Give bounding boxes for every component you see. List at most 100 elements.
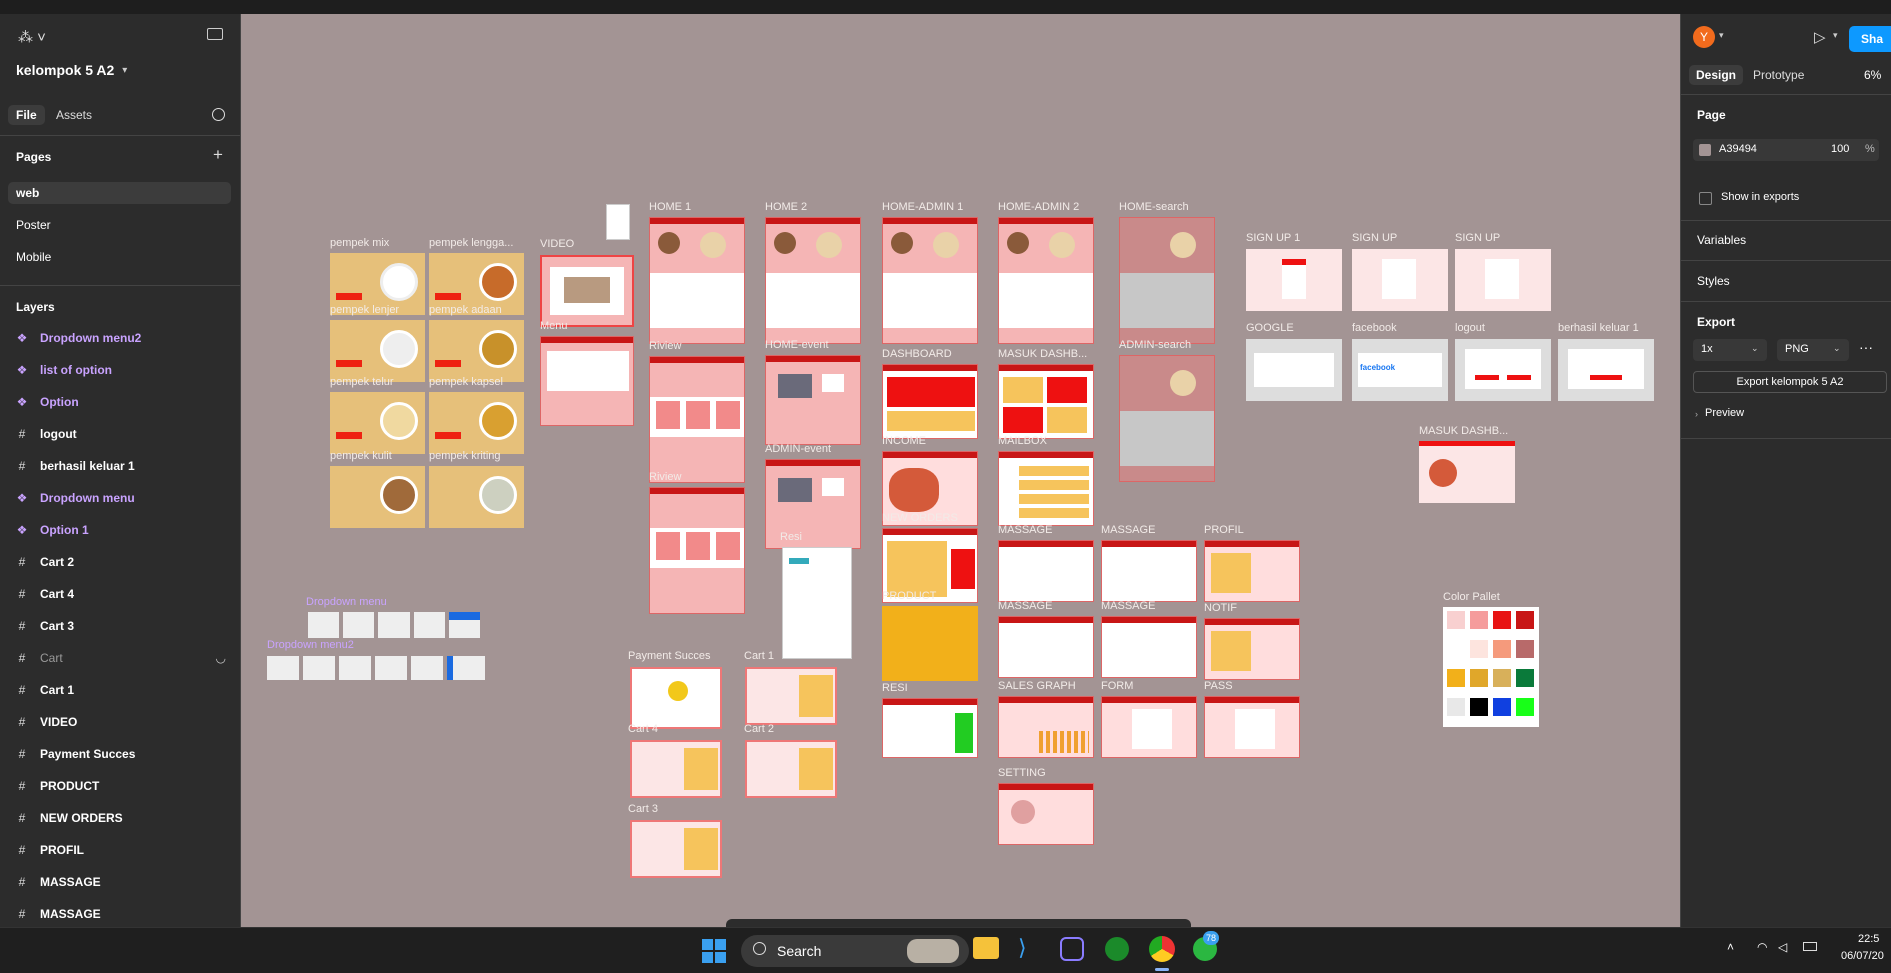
taskbar-search[interactable]: Search <box>741 935 969 967</box>
frame-cart-1[interactable] <box>745 667 837 725</box>
color-swatch[interactable] <box>1447 669 1465 687</box>
color-swatch[interactable] <box>1447 611 1465 629</box>
frame-resi-small[interactable] <box>782 547 852 659</box>
frame-home-event[interactable] <box>765 355 861 445</box>
frame-cart-2[interactable] <box>745 740 837 798</box>
share-button[interactable]: Sha <box>1849 26 1891 52</box>
file-explorer-icon[interactable] <box>973 937 999 959</box>
xbox-icon[interactable] <box>1105 937 1129 961</box>
scale-select[interactable]: 1x ⌄ <box>1693 339 1767 361</box>
frame-mailbox[interactable] <box>998 451 1094 526</box>
layer-item[interactable]: # Payment Succes <box>16 744 136 764</box>
show-in-exports-checkbox[interactable] <box>1699 192 1712 205</box>
layer-item[interactable]: # Cart 1 <box>16 680 74 700</box>
color-swatch[interactable] <box>1470 611 1488 629</box>
frame-home-1[interactable] <box>649 217 745 344</box>
dropdown-menu-component[interactable] <box>308 612 481 638</box>
vscode-icon[interactable]: ⟩ <box>1018 935 1027 961</box>
tab-prototype[interactable]: Prototype <box>1753 68 1804 82</box>
clock-date[interactable]: 06/07/20 <box>1841 950 1884 962</box>
frame-home-admin-1[interactable] <box>882 217 978 344</box>
clock-time[interactable]: 22:5 <box>1858 933 1879 945</box>
frame-small[interactable] <box>606 204 630 240</box>
page-item-web[interactable]: web <box>8 182 231 204</box>
add-page-icon[interactable]: + <box>213 145 223 165</box>
hidden-eye-icon[interactable]: ◡ <box>216 651 226 665</box>
page-item-mobile[interactable]: Mobile <box>16 250 51 264</box>
app-icon[interactable] <box>1060 937 1084 961</box>
color-swatch[interactable] <box>1516 640 1534 658</box>
variables-section[interactable]: Variables <box>1697 233 1746 247</box>
frame-pempek-adaan[interactable] <box>429 320 524 382</box>
chrome-icon[interactable] <box>1149 936 1175 962</box>
frame-sales-graph[interactable] <box>998 696 1094 758</box>
layer-item[interactable]: # logout <box>16 424 77 444</box>
layer-item[interactable]: # PROFIL <box>16 840 84 860</box>
frame-pass[interactable] <box>1204 696 1300 758</box>
frame-notif[interactable] <box>1204 618 1300 680</box>
layer-item[interactable]: ❖ list of option <box>16 360 112 380</box>
chevron-up-icon[interactable]: ˄ <box>1727 940 1734 954</box>
frame-sign-up-1[interactable] <box>1246 249 1342 311</box>
chevron-right-icon[interactable]: › <box>1695 409 1698 419</box>
avatar[interactable]: Y <box>1693 26 1715 48</box>
file-name-menu[interactable]: kelompok 5 A2 ▾ <box>16 62 127 78</box>
frame-massage-3[interactable] <box>998 616 1094 678</box>
frame-riview-2[interactable] <box>649 487 745 614</box>
opacity-value[interactable]: 100 <box>1831 143 1849 155</box>
color-swatch[interactable] <box>1447 698 1465 716</box>
frame-google[interactable] <box>1246 339 1342 401</box>
color-swatch[interactable] <box>1516 611 1534 629</box>
figma-menu-icon[interactable]: ⁂ ˅ <box>18 28 46 46</box>
frame-dashboard[interactable] <box>882 364 978 439</box>
layer-item[interactable]: # MASSAGE <box>16 872 101 892</box>
chevron-down-icon[interactable]: ▾ <box>1719 30 1724 41</box>
tab-assets[interactable]: Assets <box>56 108 92 122</box>
frame-masuk-dashboard-2[interactable] <box>1419 441 1515 503</box>
frame-pempek-lenjer[interactable] <box>330 320 425 382</box>
color-swatch[interactable] <box>1447 640 1465 658</box>
color-swatch[interactable] <box>1493 640 1511 658</box>
layer-item[interactable]: # berhasil keluar 1 <box>16 456 135 476</box>
layer-item[interactable]: # Cart 3 <box>16 616 74 636</box>
bottom-toolbar[interactable] <box>726 919 1191 927</box>
play-icon[interactable]: ▷ <box>1814 28 1826 46</box>
frame-payment-succes[interactable] <box>630 667 722 729</box>
frame-berhasil-keluar[interactable] <box>1558 339 1654 401</box>
frame-form[interactable] <box>1101 696 1197 758</box>
color-palette[interactable] <box>1443 607 1539 727</box>
preview-toggle[interactable]: Preview <box>1705 407 1744 419</box>
more-options-icon[interactable]: ··· <box>1859 339 1873 355</box>
frame-product[interactable] <box>882 606 978 681</box>
frame-massage-4[interactable] <box>1101 616 1197 678</box>
frame-video[interactable] <box>540 255 634 327</box>
color-hex[interactable]: A39494 <box>1719 143 1757 155</box>
frame-home-2[interactable] <box>765 217 861 344</box>
color-swatch[interactable] <box>1470 640 1488 658</box>
layer-item[interactable]: ❖ Option 1 <box>16 520 89 540</box>
layer-item[interactable]: # PRODUCT <box>16 776 100 796</box>
search-icon[interactable] <box>212 108 225 121</box>
frame-riview-1[interactable] <box>649 356 745 483</box>
windows-start-icon[interactable] <box>702 939 726 963</box>
design-canvas[interactable]: pempek mix pempek lengga... pempek lenje… <box>241 14 1680 927</box>
frame-menu[interactable] <box>540 336 634 426</box>
frame-pempek-kriting[interactable] <box>429 466 524 528</box>
frame-home-search[interactable] <box>1119 217 1215 344</box>
page-item-poster[interactable]: Poster <box>16 218 51 232</box>
frame-profil[interactable] <box>1204 540 1300 602</box>
color-swatch[interactable] <box>1493 611 1511 629</box>
export-button[interactable]: Export kelompok 5 A2 <box>1693 371 1887 393</box>
layer-item[interactable]: # VIDEO <box>16 712 78 732</box>
frame-pempek-telur[interactable] <box>330 392 425 454</box>
layer-item[interactable]: # Cart ◡ <box>16 648 226 668</box>
frame-home-admin-2[interactable] <box>998 217 1094 344</box>
frame-pempek-kulit[interactable] <box>330 466 425 528</box>
frame-pempek-kapsel[interactable] <box>429 392 524 454</box>
color-swatch[interactable] <box>1516 698 1534 716</box>
battery-icon[interactable] <box>1803 942 1817 951</box>
dropdown-menu2-component[interactable] <box>267 656 485 680</box>
layer-item[interactable]: ❖ Dropdown menu2 <box>16 328 142 348</box>
tab-file[interactable]: File <box>8 105 45 125</box>
frame-setting[interactable] <box>998 783 1094 845</box>
